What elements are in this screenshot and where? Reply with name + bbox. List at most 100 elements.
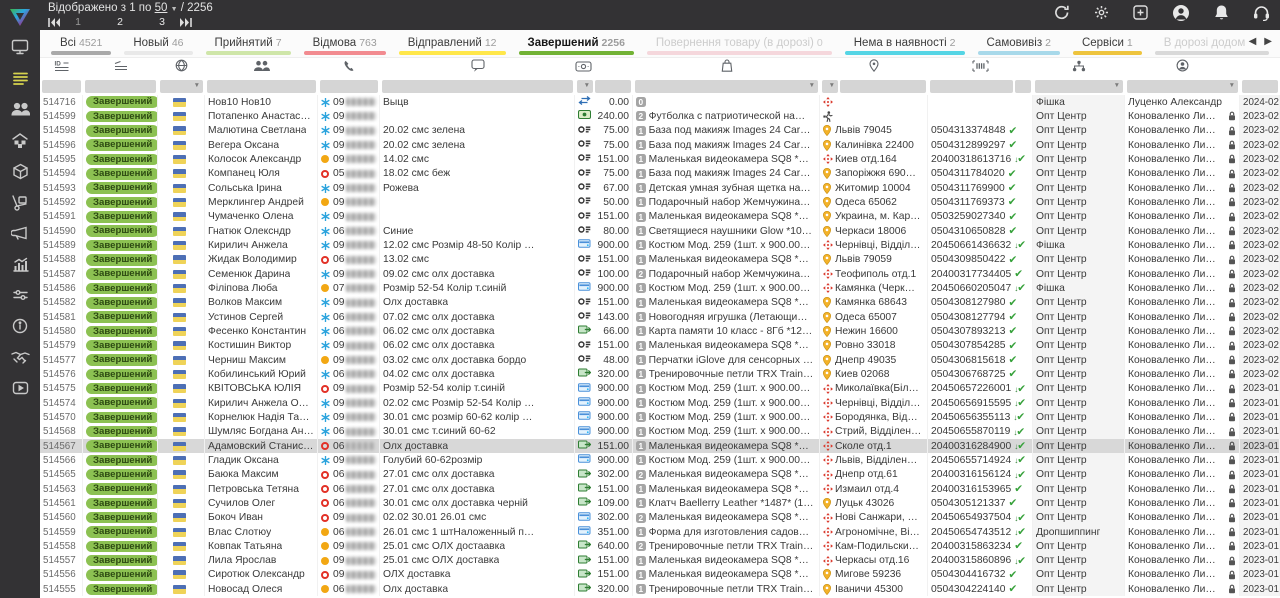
table-row[interactable]: 514716 Завершений Нов10 Нов10 09 Выцв 0.…	[40, 95, 1280, 109]
table-row[interactable]: 514599 Завершений Потапенко Анастас… 09 …	[40, 109, 1280, 123]
column-header-de[interactable]	[820, 58, 928, 77]
page-1-button[interactable]: 1	[74, 16, 82, 28]
filter-tt-flag[interactable]	[1015, 80, 1031, 93]
column-header-tt[interactable]	[928, 58, 1033, 77]
filter-mg-select[interactable]	[1127, 80, 1238, 93]
last-page-button[interactable]	[180, 18, 192, 27]
filter-fl-select[interactable]	[160, 80, 203, 93]
sidebar-item-marketing[interactable]	[0, 220, 40, 251]
filter-dt-input[interactable]	[1242, 80, 1278, 93]
column-header-nm[interactable]	[205, 58, 318, 77]
column-header-mg[interactable]	[1125, 58, 1240, 77]
table-row[interactable]: 514577 Завершений Черниш Максим 09 03.02…	[40, 353, 1280, 367]
sidebar-item-settings[interactable]	[0, 282, 40, 313]
table-row[interactable]: 514555 Завершений Новосад Олеся 06 Олх д…	[40, 582, 1280, 596]
tab-all[interactable]: Всі4521	[58, 37, 104, 55]
table-row[interactable]: 514590 Завершений Гнатюк Олексндр 06 Син…	[40, 224, 1280, 238]
tab-services[interactable]: Сервіси1	[1080, 37, 1135, 55]
filter-ph-input[interactable]	[320, 80, 378, 93]
filter-pr-select[interactable]	[635, 80, 818, 93]
table-row[interactable]: 514594 Завершений Компанец Юля 05 18.02 …	[40, 167, 1280, 181]
sidebar-item-products[interactable]	[0, 158, 40, 189]
sidebar-item-orders[interactable]	[0, 65, 40, 96]
column-header-id[interactable]: ID	[40, 58, 83, 77]
table-row[interactable]: 514586 Завершений Філіпова Люба 07 Розмі…	[40, 281, 1280, 295]
page-3-button[interactable]: 3	[158, 16, 166, 28]
profile-button[interactable]	[1172, 4, 1190, 27]
table-row[interactable]: 514558 Завершений Ковпак Татьяна 09 25.0…	[40, 539, 1280, 553]
table-row[interactable]: 514565 Завершений Баюка Максим 06 27.01 …	[40, 468, 1280, 482]
table-row[interactable]: 514592 Завершений Мерклингер Андрей 09 5…	[40, 195, 1280, 209]
table-row[interactable]: 514563 Завершений Петровська Тетяна 06 2…	[40, 482, 1280, 496]
table-row[interactable]: 514574 Завершений Кирилич Анжела Ол… 09 …	[40, 396, 1280, 410]
tab-declined[interactable]: Відмова763	[311, 37, 379, 55]
sidebar-item-dashboard[interactable]	[0, 34, 40, 65]
sidebar-item-tutorials[interactable]	[0, 375, 40, 406]
table-row[interactable]: 514570 Завершений Корнелюк Надія Та… 09 …	[40, 410, 1280, 424]
table-row[interactable]: 514581 Завершений Устинов Сергей 06 07.0…	[40, 310, 1280, 324]
filter-de-input[interactable]	[840, 80, 926, 93]
table-row[interactable]: 514580 Завершений Фесенко Константин 06 …	[40, 324, 1280, 338]
filter-pa-input[interactable]	[595, 80, 631, 93]
settings-button[interactable]	[1094, 5, 1109, 25]
sidebar-item-clients[interactable]	[0, 96, 40, 127]
tab-return-transit[interactable]: Повернення товару (в дорозі)0	[654, 37, 825, 55]
refresh-button[interactable]	[1054, 5, 1070, 25]
table-row[interactable]: 514576 Завершений Кобилинський Юрий 06 0…	[40, 367, 1280, 381]
per-page-dropdown[interactable]: 50	[155, 2, 168, 14]
support-button[interactable]	[1253, 5, 1270, 26]
table-row[interactable]: 514556 Завершений Сиротюк Олександр 09 О…	[40, 568, 1280, 582]
tab-pickup[interactable]: Самовивіз2	[985, 37, 1053, 55]
table-row[interactable]: 514598 Завершений Малютина Светлана 09 2…	[40, 124, 1280, 138]
tab-completed[interactable]: Завершений2256	[526, 37, 627, 55]
table-row[interactable]: 514582 Завершений Волков Максим 09 Олх д…	[40, 296, 1280, 310]
table-row[interactable]: 514595 Завершений Колосок Александр 09 1…	[40, 152, 1280, 166]
filter-cm-input[interactable]	[382, 80, 573, 93]
tabs-scroll-right-icon[interactable]: ▶	[1264, 36, 1272, 47]
filter-tt-input[interactable]	[930, 80, 1013, 93]
first-page-button[interactable]	[48, 18, 60, 27]
column-header-ch[interactable]	[1033, 58, 1125, 77]
tab-accepted[interactable]: Прийнятий7	[213, 37, 284, 55]
tabs-scroll-left-icon[interactable]: ◀	[1249, 36, 1257, 47]
add-button[interactable]	[1133, 5, 1148, 25]
table-row[interactable]: 514557 Завершений Лила Ярослав 09 25.01 …	[40, 554, 1280, 568]
filter-nm-input[interactable]	[207, 80, 316, 93]
tab-new[interactable]: Новый46	[131, 37, 185, 55]
table-row[interactable]: 514579 Завершений Костишин Виктор 09 06.…	[40, 339, 1280, 353]
table-row[interactable]: 514567 Завершений Адамовский Станис… 06 …	[40, 439, 1280, 453]
filter-de-service-select[interactable]	[822, 80, 838, 93]
table-row[interactable]: 514560 Завершений Бокоч Иван 09 02.02 30…	[40, 511, 1280, 525]
table-row[interactable]: 514593 Завершений Сольська Ірина 09 Роже…	[40, 181, 1280, 195]
column-header-st[interactable]	[83, 58, 158, 77]
table-row[interactable]: 514566 Завершений Гладик Оксана 09 Голуб…	[40, 453, 1280, 467]
column-header-cm[interactable]	[380, 58, 575, 77]
table-row[interactable]: 514575 Завершений КВІТОВСЬКА ЮЛІЯ 09 Роз…	[40, 382, 1280, 396]
table-row[interactable]: 514596 Завершений Вегера Оксана 09 20.02…	[40, 138, 1280, 152]
table-row[interactable]: 514588 Завершений Жидак Володимир 06 13.…	[40, 253, 1280, 267]
table-row[interactable]: 514561 Завершений Сучилов Олег 06 30.01 …	[40, 496, 1280, 510]
notifications-button[interactable]	[1214, 4, 1229, 26]
sidebar-item-purchases[interactable]	[0, 189, 40, 220]
table-row[interactable]: 514587 Завершений Семенюк Дарина 09 09.0…	[40, 267, 1280, 281]
sidebar-item-statistics[interactable]	[0, 251, 40, 282]
table-row[interactable]: 514568 Завершений Шумляс Богдана Ан… 06 …	[40, 425, 1280, 439]
sidebar-item-partners[interactable]	[0, 344, 40, 375]
table-row[interactable]: 514559 Завершений Влас Слотюу 06 26.01 с…	[40, 525, 1280, 539]
column-header-dt[interactable]	[1240, 58, 1280, 77]
filter-id-input[interactable]	[42, 80, 81, 93]
sidebar-item-info[interactable]	[0, 313, 40, 344]
column-header-pr[interactable]	[633, 58, 820, 77]
table-row[interactable]: 514591 Завершений Чумаченко Олена 09 151…	[40, 210, 1280, 224]
table-row[interactable]: 514589 Завершений Кирилич Анжела 09 12.0…	[40, 238, 1280, 252]
column-header-ph[interactable]	[318, 58, 380, 77]
column-header-pa[interactable]	[575, 58, 633, 77]
filter-pa-select[interactable]	[577, 80, 593, 93]
page-2-button[interactable]: 2	[116, 16, 124, 28]
column-header-fl[interactable]	[158, 58, 205, 77]
tab-sent[interactable]: Відправлений12	[406, 37, 499, 55]
tab-out-of-stock[interactable]: Нема в наявності2	[852, 37, 958, 55]
app-logo[interactable]	[0, 0, 40, 34]
filter-ch-select[interactable]	[1035, 80, 1123, 93]
filter-st-input[interactable]	[85, 80, 156, 93]
